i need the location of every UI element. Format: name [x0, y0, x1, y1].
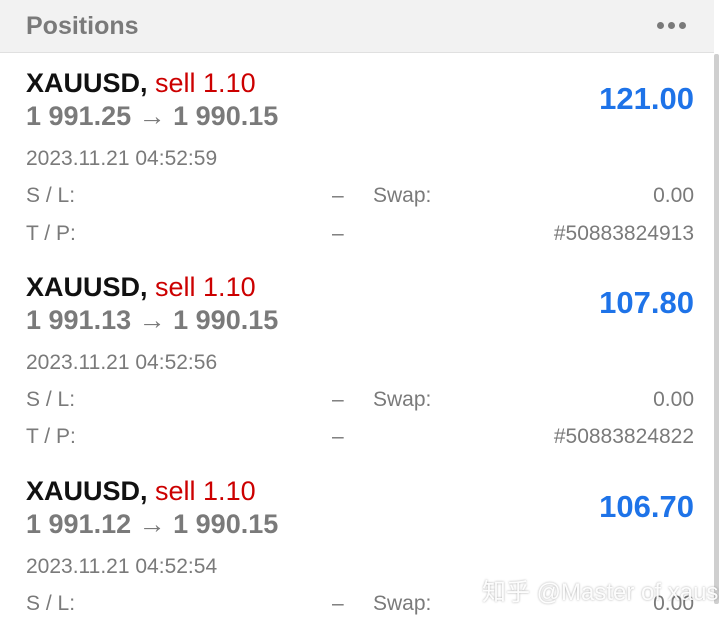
- symbol: XAUUSD,: [26, 272, 148, 302]
- arrow-right-icon: →: [138, 101, 166, 131]
- sl-label: S / L:: [26, 592, 76, 615]
- open-time: 2023.11.21 04:52:56: [26, 351, 218, 374]
- sl-value: –: [332, 388, 344, 411]
- tp-label: T / P:: [26, 222, 76, 245]
- symbol-line: XAUUSD, sell 1.10: [26, 475, 256, 507]
- dot-icon: [668, 22, 675, 29]
- price-line: 1 991.25 → 1 990.15: [26, 100, 278, 132]
- scrollbar-thumb[interactable]: [714, 54, 719, 604]
- profit-value: 107.80: [599, 285, 694, 320]
- tp-value: –: [332, 222, 344, 245]
- current-price: 1 990.15: [173, 101, 279, 131]
- sl-label: S / L:: [26, 184, 76, 207]
- symbol: XAUUSD,: [26, 68, 148, 98]
- open-price: 1 991.12: [26, 509, 132, 539]
- dot-icon: [679, 22, 686, 29]
- current-price: 1 990.15: [173, 305, 279, 335]
- tp-value: –: [332, 425, 344, 448]
- open-time: 2023.11.21 04:52:54: [26, 555, 218, 578]
- open-price: 1 991.25: [26, 101, 132, 131]
- open-price: 1 991.13: [26, 305, 132, 335]
- symbol-line: XAUUSD, sell 1.10: [26, 67, 256, 99]
- profit-value: 106.70: [599, 489, 694, 524]
- page-title: Positions: [26, 12, 139, 40]
- price-line: 1 991.12 → 1 990.15: [26, 508, 278, 540]
- trade-side: sell 1.10: [155, 476, 256, 506]
- swap-label: Swap:: [373, 184, 432, 207]
- trade-side: sell 1.10: [155, 68, 256, 98]
- price-line: 1 991.13 → 1 990.15: [26, 304, 278, 336]
- arrow-right-icon: →: [138, 305, 166, 335]
- sl-label: S / L:: [26, 388, 76, 411]
- swap-label: Swap:: [373, 388, 432, 411]
- current-price: 1 990.15: [173, 509, 279, 539]
- symbol-line: XAUUSD, sell 1.10: [26, 271, 256, 303]
- position-row[interactable]: XAUUSD, sell 1.10 1 991.13 → 1 990.15 10…: [0, 257, 714, 462]
- symbol: XAUUSD,: [26, 476, 148, 506]
- swap-label: Swap:: [373, 592, 432, 615]
- tp-label: T / P:: [26, 425, 76, 448]
- swap-value: 0.00: [653, 184, 694, 207]
- ticket-number: #50883824913: [553, 222, 694, 245]
- sl-value: –: [332, 592, 344, 615]
- more-horizontal-icon[interactable]: [657, 22, 686, 32]
- swap-value: 0.00: [653, 388, 694, 411]
- dot-icon: [657, 22, 664, 29]
- position-row[interactable]: XAUUSD, sell 1.10 1 991.25 → 1 990.15 12…: [0, 53, 714, 258]
- arrow-right-icon: →: [138, 509, 166, 539]
- positions-header: Positions: [0, 0, 714, 53]
- watermark: 知乎 @Master of xaussd: [482, 579, 719, 606]
- sl-value: –: [332, 184, 344, 207]
- profit-value: 121.00: [599, 81, 694, 116]
- trade-side: sell 1.10: [155, 272, 256, 302]
- ticket-number: #50883824822: [553, 425, 694, 448]
- open-time: 2023.11.21 04:52:59: [26, 147, 218, 170]
